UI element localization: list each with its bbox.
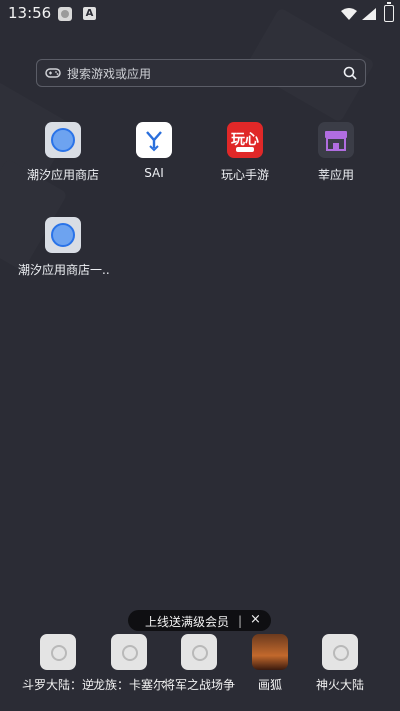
dock-app-jiangjun[interactable]: 将军之战场争	[161, 634, 237, 693]
app-label: 神火大陆	[315, 678, 364, 692]
status-bar: 13:56 A	[0, 0, 400, 28]
dock-app-huahu[interactable]: 画狐	[232, 634, 308, 693]
app-chaoxi-store-2[interactable]: 潮汐应用商店一..	[18, 217, 110, 278]
app-store-icon	[45, 217, 81, 253]
app-label: 斗罗大陆：逆	[21, 678, 94, 692]
wifi-icon	[340, 6, 358, 25]
promo-banner-text: 上线送满级会员	[145, 615, 230, 629]
banner-divider: |	[238, 614, 243, 628]
app-sai[interactable]: SAI	[109, 122, 199, 180]
placeholder-icon	[181, 634, 217, 670]
promo-banner[interactable]: 上线送满级会员 | ×	[128, 610, 271, 631]
placeholder-icon	[322, 634, 358, 670]
wanxin-icon: 玩心	[227, 122, 263, 158]
battery-charging-icon	[384, 2, 394, 22]
app-wanxin[interactable]: 玩心 玩心手游	[200, 122, 290, 183]
dock-app-douluo[interactable]: 斗罗大陆：逆	[20, 634, 96, 693]
app-store-icon	[45, 122, 81, 158]
status-time: 13:56	[8, 4, 52, 22]
search-placeholder: 搜索游戏或应用	[67, 67, 152, 81]
gamepad-icon	[45, 65, 61, 84]
dock-app-shenhuo[interactable]: 神火大陆	[302, 634, 378, 693]
svg-text:玩心: 玩心	[231, 132, 259, 148]
signal-icon	[361, 6, 377, 25]
shen-app-icon	[318, 122, 354, 158]
app-chaoxi-store[interactable]: 潮汐应用商店	[18, 122, 108, 183]
app-shen[interactable]: 莘应用	[291, 122, 381, 183]
search-icon[interactable]	[343, 65, 357, 84]
close-icon[interactable]: ×	[250, 612, 261, 627]
dock-app-longzu[interactable]: 龙族：卡塞尔	[91, 634, 167, 693]
notification-app-icon: A	[83, 7, 96, 20]
app-label: 将军之战场争	[162, 678, 235, 692]
app-label: 玩心手游	[220, 168, 269, 182]
app-label: 潮汐应用商店	[26, 168, 99, 182]
app-label: SAI	[144, 166, 164, 180]
game-cover-icon	[252, 634, 288, 670]
app-label: 潮汐应用商店一..	[18, 263, 110, 277]
placeholder-icon	[40, 634, 76, 670]
app-label: 画狐	[257, 678, 282, 692]
app-label: 莘应用	[317, 168, 354, 182]
app-label: 龙族：卡塞尔	[92, 678, 165, 692]
search-bar[interactable]: 搜索游戏或应用	[36, 59, 366, 87]
notification-icon	[58, 7, 72, 21]
placeholder-icon	[111, 634, 147, 670]
sai-icon	[136, 122, 172, 158]
